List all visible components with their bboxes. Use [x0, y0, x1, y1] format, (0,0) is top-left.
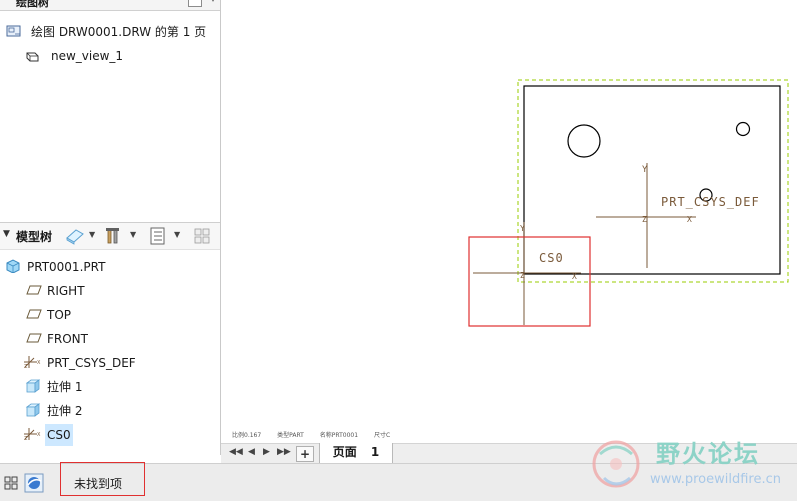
extrude-2-label: 拉伸 2: [47, 404, 83, 418]
drawing-tree-header: 绘图树 ▾: [0, 0, 220, 11]
hole-large[interactable]: [567, 124, 601, 158]
datum-right-label: RIGHT: [47, 284, 85, 298]
drawing-sheet-icon: [6, 25, 21, 37]
scale-text: 比例0.167: [232, 432, 262, 439]
browser-toggle-icon[interactable]: [24, 473, 44, 493]
drawing-tree-item-sheet[interactable]: 绘图 DRW0001.DRW 的第 1 页: [0, 22, 220, 42]
watermark-title: 野火论坛: [656, 440, 760, 468]
datum-front-label: FRONT: [47, 332, 88, 346]
cs0-axis-x: X: [572, 272, 577, 281]
model-tree-item-csys-default[interactable]: Z X PRT_CSYS_DEF: [0, 352, 220, 374]
part-label: PRT0001.PRT: [27, 260, 106, 274]
svg-text:X: X: [37, 360, 41, 366]
watermark-logo-icon: [592, 440, 640, 488]
drawing-sheet-label: 绘图 DRW0001.DRW 的第 1 页: [31, 25, 207, 39]
last-page-icon[interactable]: ▶▶: [277, 447, 291, 457]
model-tree-item-front[interactable]: FRONT: [0, 328, 220, 350]
csys-default-axis-y: Y: [642, 165, 648, 175]
drawing-graphics-area[interactable]: Y Z X PRT_CSYS_DEF Y Z X CS0: [221, 0, 797, 440]
view-icon: [26, 52, 39, 62]
csys-default-symbol[interactable]: Y Z X PRT_CSYS_DEF: [596, 163, 760, 268]
model-tree-item-extrude-2[interactable]: 拉伸 2: [0, 400, 220, 422]
coordinate-system-icon: Z X: [24, 356, 41, 369]
extrude-1-label: 拉伸 1: [47, 380, 83, 394]
cs0-axis-z: Z: [520, 271, 525, 280]
csys-default-label: PRT_CSYS_DEF: [47, 356, 136, 370]
previous-page-icon[interactable]: ◀: [248, 447, 255, 457]
add-page-button[interactable]: +: [296, 446, 314, 462]
svg-text:Z: Z: [24, 364, 28, 369]
drawing-tree-title: 绘图树: [16, 0, 49, 9]
page-tab-1[interactable]: 页面 1: [319, 443, 393, 464]
extrude-icon: [25, 403, 41, 417]
csys-default-axis-z: Z: [642, 215, 647, 224]
left-navigator-panel: 绘图树 ▾ 绘图 DRW0001.DRW 的第 1 页 new_view_1 ▼…: [0, 0, 221, 455]
drawing-canvas[interactable]: Y Z X PRT_CSYS_DEF Y Z X CS0: [221, 0, 797, 440]
page-tab-label: 页面: [332, 445, 357, 459]
name-text: 名称PRT0001: [319, 432, 359, 439]
datum-plane-icon: [26, 333, 42, 343]
show-eraser-icon[interactable]: [64, 226, 86, 246]
drawing-tree-settings-icon[interactable]: [188, 0, 202, 7]
watermark-url: www.proewildfire.cn: [650, 472, 781, 487]
chevron-down-icon[interactable]: ▼: [89, 230, 95, 239]
drawing-info-line: 比例0.167 类型PART 名称PRT0001 尺寸C: [232, 430, 404, 439]
part-icon: [6, 259, 20, 273]
datum-plane-icon: [26, 285, 42, 295]
watermark: 野火论坛 www.proewildfire.cn: [586, 428, 797, 500]
coordinate-system-icon: Z X: [24, 428, 41, 441]
filter-icon[interactable]: [192, 226, 214, 246]
csys-default-axis-x: X: [687, 215, 692, 224]
model-tree-title: 模型树: [16, 230, 53, 244]
model-tree-toolbar: ▼ 模型树 ▼ ▼ ▼: [0, 222, 220, 250]
collapse-triangle-icon[interactable]: ▼: [3, 229, 10, 239]
highlight-box-status: [60, 462, 145, 496]
model-tree-item-part[interactable]: PRT0001.PRT: [0, 256, 220, 278]
svg-text:Z: Z: [24, 436, 28, 441]
next-page-icon[interactable]: ▶: [263, 447, 270, 457]
model-tree-item-cs0[interactable]: Z X CS0: [0, 424, 220, 446]
datum-plane-icon: [26, 309, 42, 319]
model-tree-item-right[interactable]: RIGHT: [0, 280, 220, 302]
extrude-icon: [25, 379, 41, 393]
cs0-label: CS0: [45, 424, 73, 446]
part-outline[interactable]: [523, 85, 781, 275]
chevron-down-icon[interactable]: ▼: [130, 230, 136, 239]
type-text: 类型PART: [277, 432, 304, 439]
settings-tools-icon[interactable]: [104, 226, 126, 246]
drawing-tree-item-view[interactable]: new_view_1: [0, 46, 220, 66]
cs0-axis-y: Y: [520, 224, 525, 233]
cs0-label-canvas: CS0: [539, 251, 564, 265]
csys-default-label-canvas: PRT_CSYS_DEF: [661, 195, 760, 209]
chevron-down-icon[interactable]: ▼: [174, 230, 180, 239]
page-tab-number: 1: [370, 445, 380, 459]
view-label: new_view_1: [51, 49, 124, 63]
datum-top-label: TOP: [47, 308, 72, 322]
first-page-icon[interactable]: ◀◀: [229, 447, 243, 457]
svg-text:X: X: [37, 432, 41, 438]
size-text: 尺寸C: [374, 432, 391, 439]
navigator-toggle-icon[interactable]: [4, 476, 18, 490]
tree-columns-icon[interactable]: [147, 226, 169, 246]
chevron-down-icon[interactable]: ▾: [211, 0, 215, 4]
model-tree-item-extrude-1[interactable]: 拉伸 1: [0, 376, 220, 398]
model-tree-item-top[interactable]: TOP: [0, 304, 220, 326]
hole-small-top[interactable]: [735, 121, 751, 137]
